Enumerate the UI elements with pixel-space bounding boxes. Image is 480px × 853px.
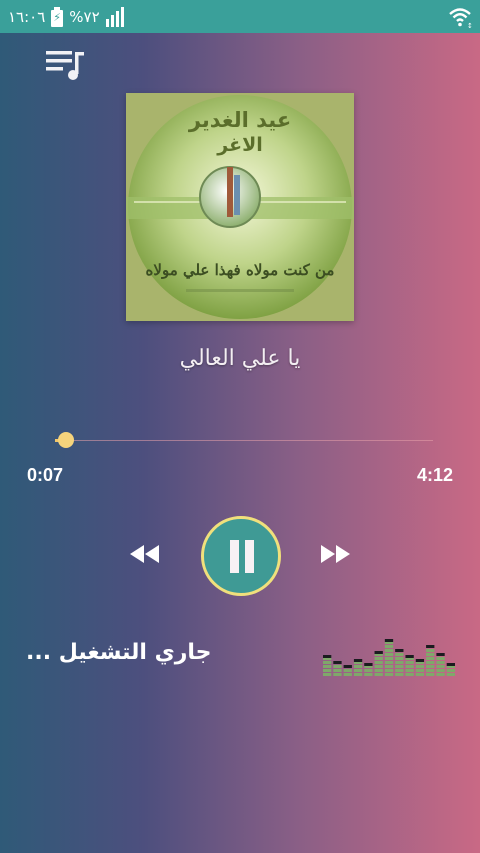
audio-visualizer xyxy=(323,639,455,676)
visualizer-bar xyxy=(374,651,383,676)
pause-icon-bar-right xyxy=(245,540,254,573)
wifi-icon: ↕ xyxy=(449,7,472,28)
visualizer-bar xyxy=(405,655,414,676)
visualizer-bar xyxy=(343,665,352,676)
visualizer-bar xyxy=(384,639,394,676)
visualizer-bar xyxy=(436,653,445,676)
now-playing-label: جاري التشغيل ... xyxy=(26,640,212,665)
status-left-group: ١٦:٠٦ ⚡ %٧٢ xyxy=(8,6,124,27)
battery-percent: %٧٢ xyxy=(69,7,100,26)
pause-button[interactable] xyxy=(201,516,281,596)
album-art-calligraphy: من كنت مولاه فهذا علي مولاه xyxy=(146,261,335,280)
visualizer-bar xyxy=(446,663,455,676)
album-art-line2: الاغر xyxy=(216,134,262,156)
visualizer-bar xyxy=(426,645,435,676)
visualizer-bar xyxy=(415,659,425,676)
album-art: عيد الغدير الاغر من كنت مولاه فهذا علي م… xyxy=(126,93,354,321)
battery-charging-icon: ⚡ xyxy=(51,6,64,27)
queue-music-icon[interactable] xyxy=(44,48,86,82)
track-title: يا علي العالي xyxy=(179,346,301,371)
seek-bar[interactable] xyxy=(55,432,433,448)
visualizer-bar xyxy=(333,661,342,676)
visualizer-bar xyxy=(395,649,404,676)
album-art-line1: عيد الغدير xyxy=(188,108,291,132)
current-time: 0:07 xyxy=(27,465,64,485)
rewind-icon[interactable] xyxy=(128,543,162,565)
status-time: ١٦:٠٦ xyxy=(8,7,46,26)
pause-icon-bar-left xyxy=(230,540,239,573)
visualizer-bar xyxy=(364,663,373,676)
visualizer-bar xyxy=(323,655,332,676)
svg-text:↕: ↕ xyxy=(467,22,472,28)
seek-bar-thumb[interactable] xyxy=(57,432,74,448)
visualizer-bar xyxy=(353,659,363,676)
status-bar: ١٦:٠٦ ⚡ %٧٢ ↕ xyxy=(0,0,480,33)
signal-icon xyxy=(105,6,124,27)
total-time: 4:12 xyxy=(416,465,453,485)
fast-forward-icon[interactable] xyxy=(318,543,352,565)
